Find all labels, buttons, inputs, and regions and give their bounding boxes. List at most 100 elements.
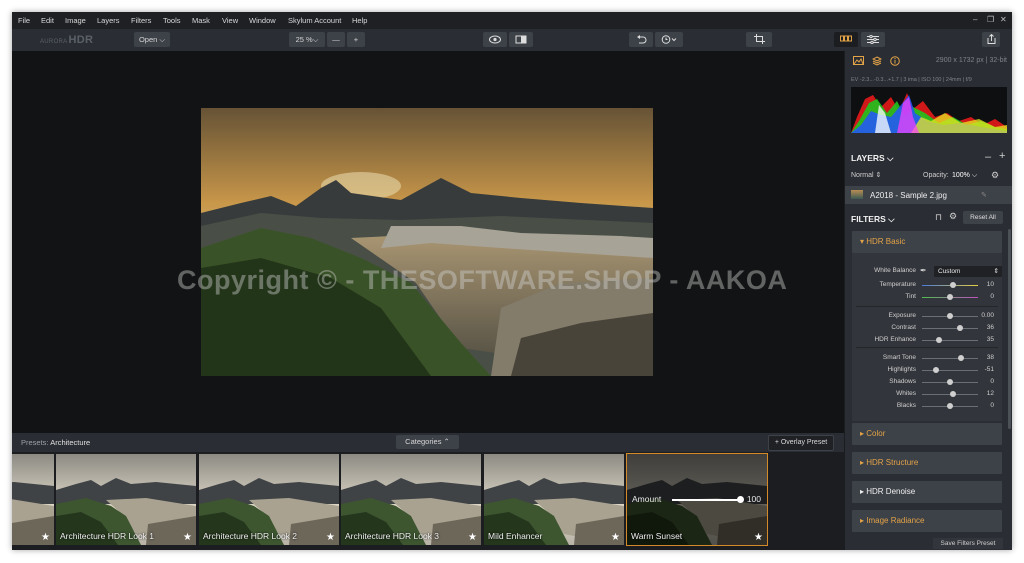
preset-thumb-1[interactable]: Architecture HDR Look 1 ★ — [56, 454, 196, 545]
white-balance-select[interactable]: Custom ⇕ — [934, 266, 1002, 277]
slider-knob[interactable] — [935, 337, 942, 343]
compare-icon[interactable] — [509, 32, 533, 47]
zoom-in-button[interactable]: + — [347, 32, 365, 47]
menu-edit[interactable]: Edit — [41, 16, 54, 25]
reset-all-button[interactable]: Reset All — [963, 211, 1003, 224]
slider-value[interactable]: 12 — [987, 390, 994, 397]
menu-view[interactable]: View — [222, 16, 238, 25]
filters-title[interactable]: FILTERS ⌵ — [851, 214, 895, 225]
filter-group-color[interactable]: ▸ Color — [852, 423, 1002, 445]
restore-icon[interactable]: ❐ — [987, 15, 994, 24]
image-radiance-group-title[interactable]: ▸ Image Radiance — [860, 516, 925, 525]
zoom-out-button[interactable]: — — [327, 32, 345, 47]
slider-value[interactable]: 38 — [987, 354, 994, 361]
info-icon[interactable] — [890, 56, 900, 68]
star-icon[interactable]: ★ — [326, 532, 335, 543]
menu-mask[interactable]: Mask — [192, 16, 210, 25]
slider-value[interactable]: 35 — [987, 336, 994, 343]
zoom-select[interactable]: 25 %⌵ — [289, 32, 325, 47]
history-icon[interactable] — [655, 32, 683, 47]
slider-value[interactable]: 0.00 — [981, 312, 994, 319]
menu-skylum-account[interactable]: Skylum Account — [288, 16, 341, 25]
eyedropper-icon[interactable]: ✒ — [920, 266, 927, 275]
star-icon[interactable]: ★ — [468, 532, 477, 543]
main-photo[interactable] — [201, 108, 653, 376]
preset-thumb-5-selected[interactable]: Amount 100 Warm Sunset ★ — [626, 453, 768, 546]
filter-group-hdr-structure[interactable]: ▸ HDR Structure — [852, 452, 1002, 474]
slider-knob[interactable] — [947, 313, 953, 319]
panel-scrollbar[interactable] — [1008, 229, 1011, 429]
slider-track[interactable] — [922, 358, 978, 359]
slider-value[interactable]: 36 — [987, 324, 994, 331]
star-icon[interactable]: ★ — [41, 532, 50, 543]
categories-button[interactable]: Categories ⌃ — [396, 435, 459, 449]
color-group-title[interactable]: ▸ Color — [860, 429, 885, 438]
adjustments-view-icon[interactable] — [861, 32, 885, 47]
filter-group-hdr-basic[interactable]: ▾ HDR Basic — [852, 231, 1002, 253]
amount-slider-track[interactable] — [672, 499, 740, 501]
eye-icon[interactable] — [483, 32, 507, 47]
image-canvas[interactable]: Copyright © - THESOFTWARE.SHOP - AAKOA — [12, 51, 844, 433]
slider-value[interactable]: -51 — [985, 366, 994, 373]
presets-view-icon[interactable] — [834, 32, 858, 47]
layer-name[interactable]: A2018 - Sample 2.jpg — [870, 191, 947, 200]
menu-help[interactable]: Help — [352, 16, 367, 25]
slider-value[interactable]: 0 — [990, 293, 994, 300]
crop-icon[interactable] — [746, 32, 772, 47]
star-icon[interactable]: ★ — [183, 532, 192, 543]
open-button[interactable]: Open ⌵ — [134, 32, 170, 47]
opacity-value[interactable]: 100% ⌵ — [952, 172, 977, 180]
overlay-preset-button[interactable]: + Overlay Preset — [768, 435, 834, 451]
preset-thumb-4[interactable]: Mild Enhancer ★ — [484, 454, 624, 545]
filter-group-hdr-denoise[interactable]: ▸ HDR Denoise — [852, 481, 1002, 503]
menu-window[interactable]: Window — [249, 16, 276, 25]
menu-tools[interactable]: Tools — [163, 16, 181, 25]
star-icon[interactable]: ★ — [611, 532, 620, 543]
slider-knob[interactable] — [950, 391, 957, 397]
menu-layers[interactable]: Layers — [97, 16, 120, 25]
layers-title[interactable]: LAYERS ⌵ — [851, 153, 894, 164]
amount-slider-knob[interactable] — [737, 496, 744, 503]
star-icon[interactable]: ★ — [754, 532, 763, 543]
remove-layer-icon[interactable]: – — [985, 151, 991, 163]
image-info-icon[interactable] — [853, 56, 864, 67]
slider-knob[interactable] — [947, 294, 953, 300]
slider-knob[interactable] — [933, 367, 939, 373]
layer-row[interactable]: A2018 - Sample 2.jpg ✎ — [845, 186, 1012, 204]
slider-knob[interactable] — [947, 379, 953, 385]
mask-icon[interactable]: ⊓ — [935, 212, 942, 223]
preset-thumb-2[interactable]: Architecture HDR Look 2 ★ — [199, 454, 339, 545]
slider-track[interactable] — [922, 340, 978, 341]
menu-file[interactable]: File — [18, 16, 30, 25]
hdr-denoise-group-title[interactable]: ▸ HDR Denoise — [860, 487, 915, 496]
hdr-basic-title[interactable]: ▾ HDR Basic — [860, 237, 905, 246]
slider-track[interactable] — [922, 328, 978, 329]
undo-icon[interactable] — [629, 32, 653, 47]
layer-settings-icon[interactable]: ⚙ — [991, 170, 999, 181]
slider-value[interactable]: 0 — [990, 378, 994, 385]
add-layer-icon[interactable]: + — [999, 150, 1005, 162]
layers-tab-icon[interactable] — [871, 56, 883, 68]
save-filters-preset-button[interactable]: Save Filters Preset — [933, 538, 1003, 549]
slider-row: Highlights -51 — [852, 364, 1002, 376]
divider — [856, 347, 998, 348]
slider-track[interactable] — [922, 370, 978, 371]
menu-filters[interactable]: Filters — [131, 16, 151, 25]
filter-group-image-radiance[interactable]: ▸ Image Radiance — [852, 510, 1002, 532]
filters-settings-icon[interactable]: ⚙ — [949, 211, 957, 222]
slider-value[interactable]: 0 — [990, 402, 994, 409]
hdr-structure-group-title[interactable]: ▸ HDR Structure — [860, 458, 918, 467]
brush-icon[interactable]: ✎ — [981, 191, 987, 199]
slider-knob[interactable] — [957, 325, 964, 331]
preset-thumb-partial[interactable]: ★ — [12, 454, 54, 545]
slider-knob[interactable] — [957, 355, 964, 361]
share-icon[interactable] — [982, 32, 1000, 47]
blend-mode-select[interactable]: Normal ⇕ — [851, 171, 881, 179]
slider-value[interactable]: 10 — [987, 281, 994, 288]
menu-image[interactable]: Image — [65, 16, 86, 25]
close-icon[interactable]: ✕ — [1000, 15, 1007, 24]
slider-knob[interactable] — [947, 403, 953, 409]
minimize-icon[interactable]: – — [973, 15, 977, 24]
slider-knob[interactable] — [949, 282, 956, 288]
preset-thumb-3[interactable]: Architecture HDR Look 3 ★ — [341, 454, 481, 545]
